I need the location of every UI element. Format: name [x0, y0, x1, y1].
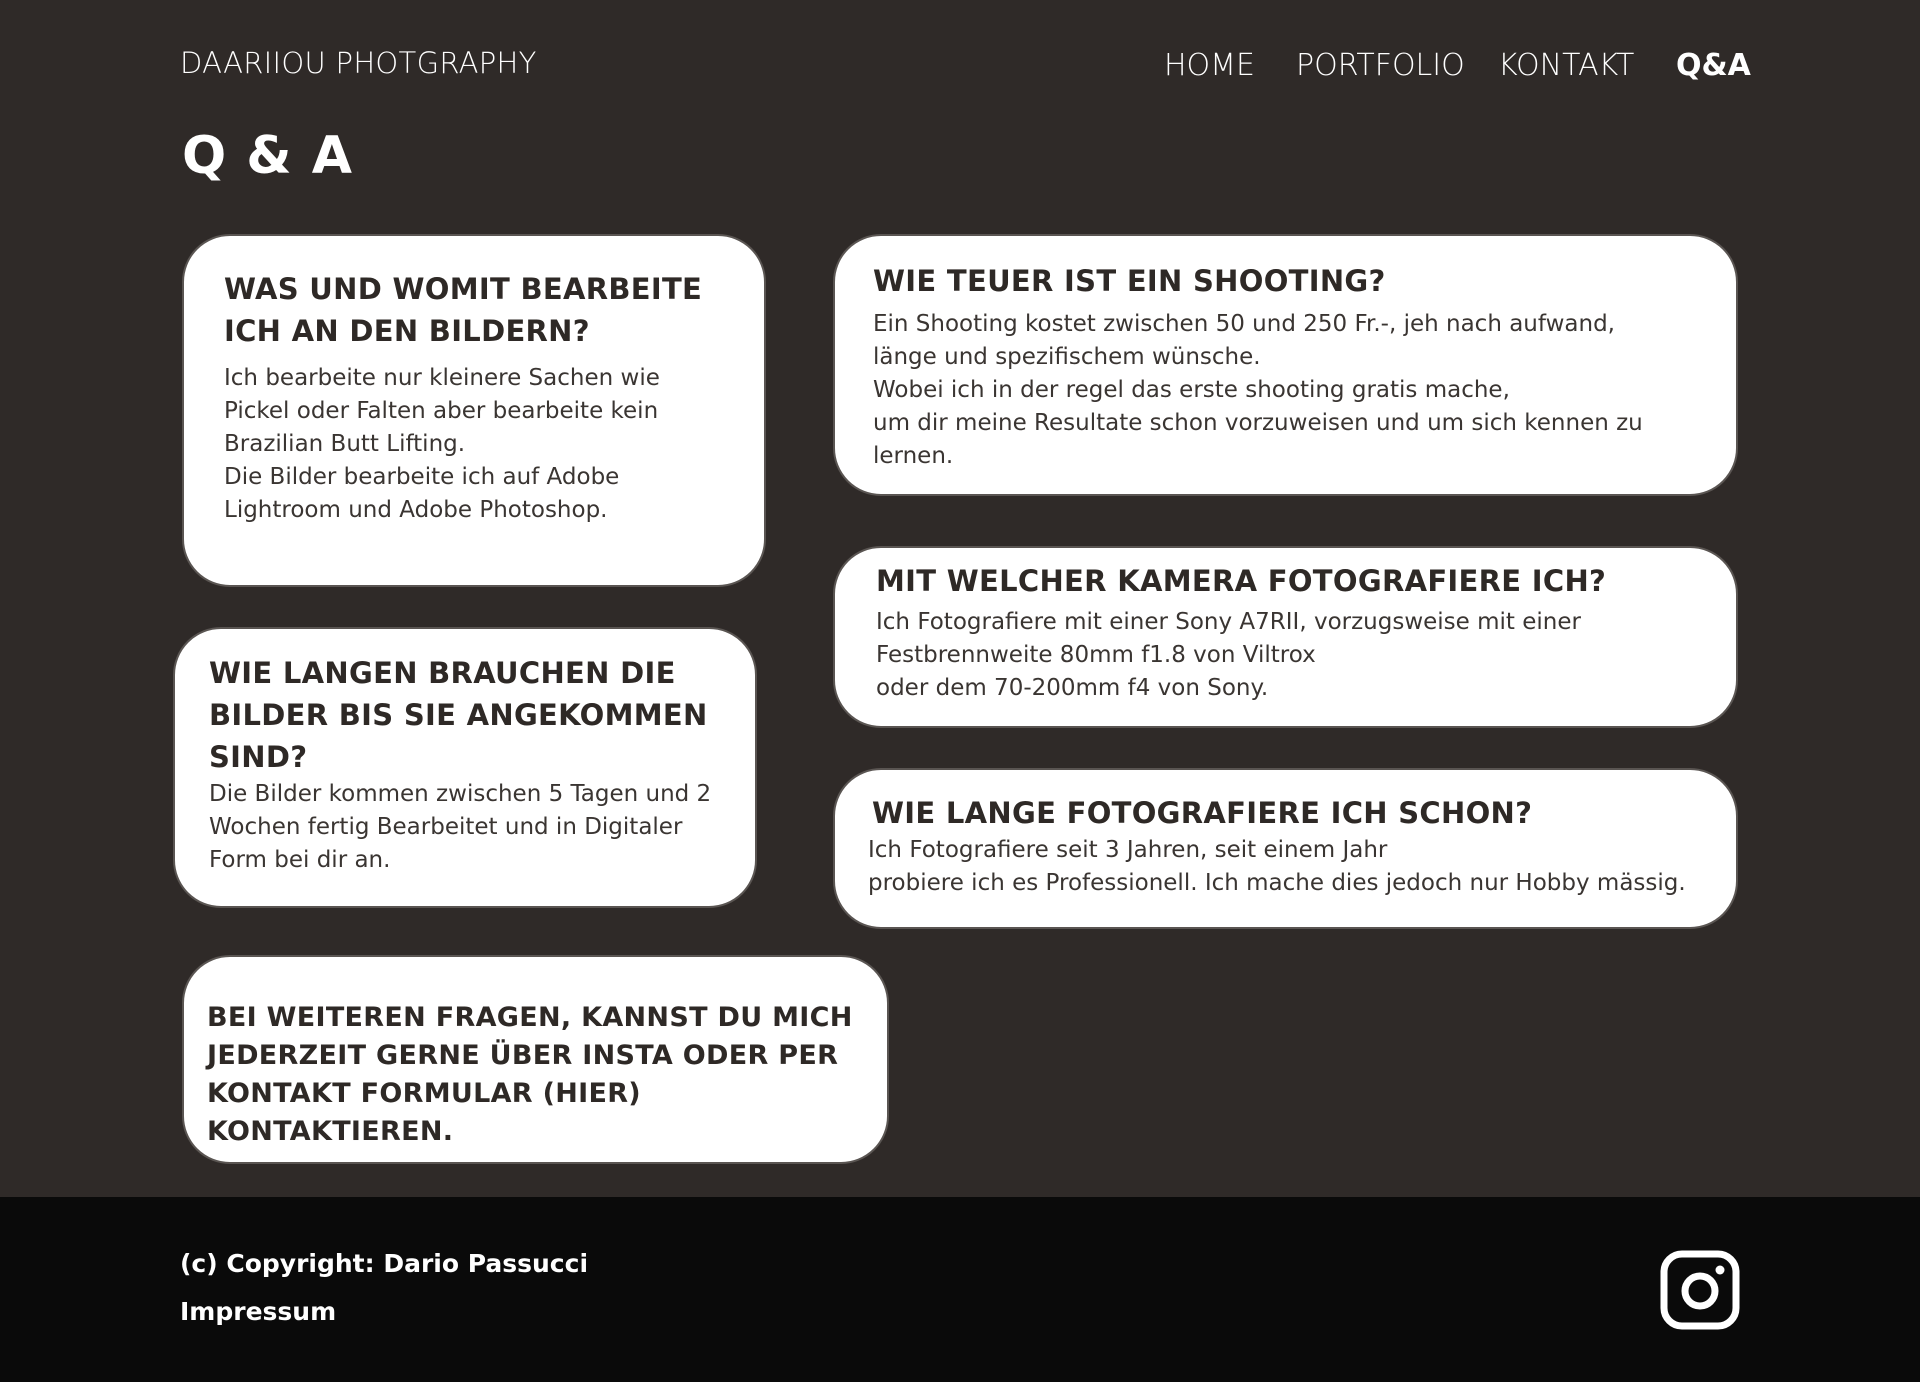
nav-home[interactable]: HOME [1164, 48, 1255, 83]
qa-answer: Ich Fotografiere mit einer Sony A7RII, v… [876, 609, 1581, 701]
page-title: Q & A [182, 126, 354, 186]
qa-question: WIE LANGEN BRAUCHEN DIE BILDER BIS SIE A… [209, 656, 708, 774]
qa-card-price: WIE TEUER IST EIN SHOOTING? Ein Shooting… [833, 234, 1738, 496]
qa-answer: Ein Shooting kostet zwischen 50 und 250 … [873, 311, 1643, 469]
qa-card-editing: WAS UND WOMIT BEARBEITE ICH AN DEN BILDE… [182, 234, 766, 587]
contact-note: BEI WEITEREN FRAGEN, KANNST DU MICH JEDE… [207, 1002, 853, 1147]
qa-card-delivery: WIE LANGEN BRAUCHEN DIE BILDER BIS SIE A… [173, 627, 757, 908]
qa-question: WIE TEUER IST EIN SHOOTING? [873, 264, 1386, 298]
footer: (c) Copyright: Dario Passucci Impressum [0, 1197, 1920, 1382]
qa-question: WAS UND WOMIT BEARBEITE ICH AN DEN BILDE… [224, 272, 703, 348]
qa-question: MIT WELCHER KAMERA FOTOGRAFIERE ICH? [876, 564, 1607, 598]
qa-answer: Die Bilder kommen zwischen 5 Tagen und 2… [209, 781, 712, 873]
instagram-icon[interactable] [1660, 1250, 1740, 1330]
nav-qa[interactable]: Q&A [1676, 48, 1751, 83]
qa-card-camera: MIT WELCHER KAMERA FOTOGRAFIERE ICH? Ich… [833, 546, 1738, 728]
qa-card-experience: WIE LANGE FOTOGRAFIERE ICH SCHON? Ich Fo… [833, 768, 1738, 929]
qa-answer: Ich bearbeite nur kleinere Sachen wie Pi… [224, 365, 660, 523]
qa-answer: Ich Fotografiere seit 3 Jahren, seit ein… [868, 837, 1686, 896]
nav-kontakt[interactable]: KONTAKT [1498, 48, 1634, 83]
copyright-text: (c) Copyright: Dario Passucci [180, 1249, 589, 1278]
impressum-link[interactable]: Impressum [180, 1297, 336, 1326]
contact-note-card: BEI WEITEREN FRAGEN, KANNST DU MICH JEDE… [182, 955, 889, 1164]
nav-portfolio[interactable]: PORTFOLIO [1296, 48, 1465, 83]
main-nav: HOME PORTFOLIO KONTAKT Q&A [0, 48, 1920, 88]
qa-question: WIE LANGE FOTOGRAFIERE ICH SCHON? [872, 796, 1533, 830]
